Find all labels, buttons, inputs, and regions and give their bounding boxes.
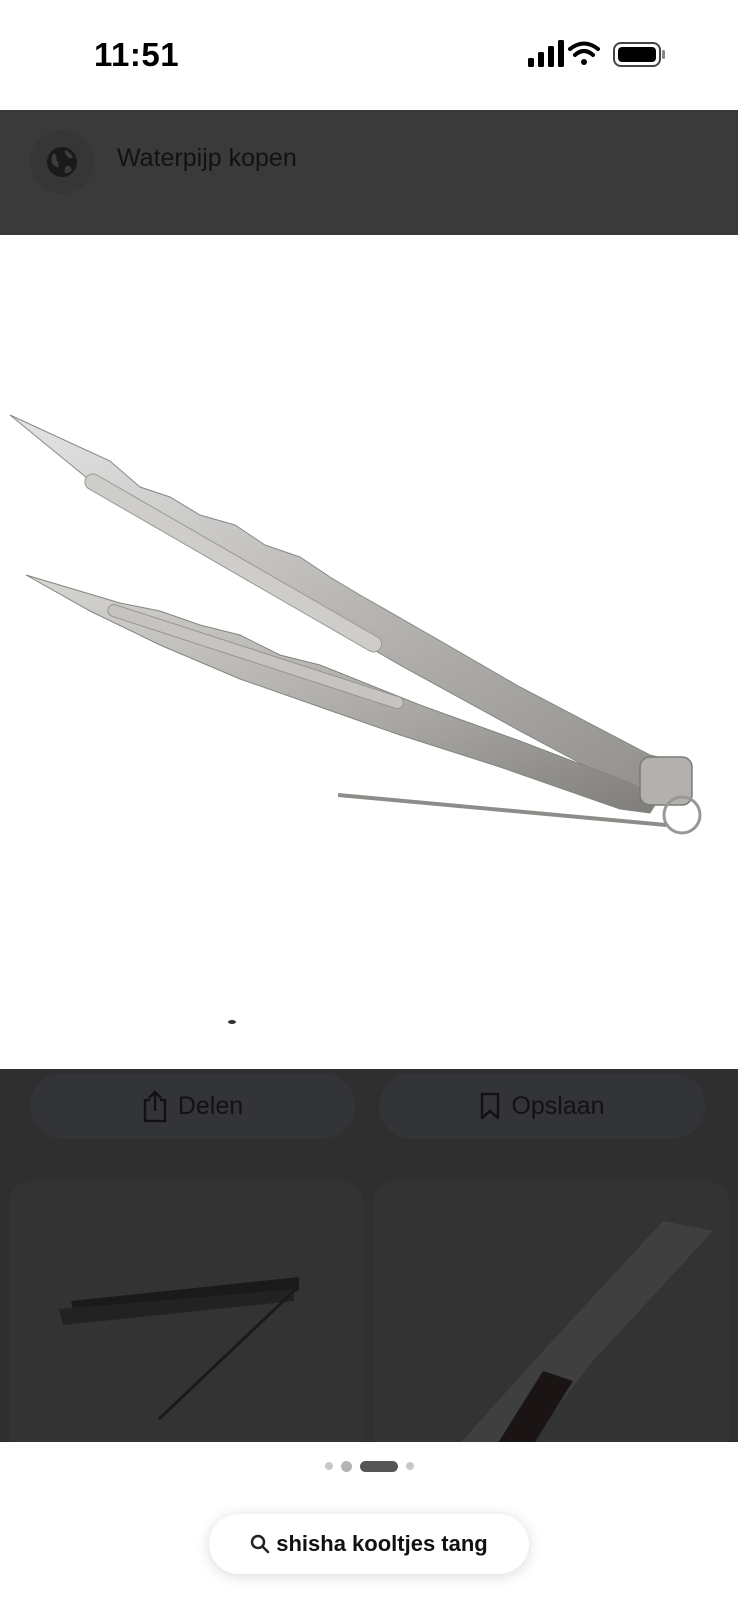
thumbnail-right-image (461, 1221, 713, 1442)
page-dot-active[interactable] (359, 1460, 398, 1472)
status-time: 11:51 (94, 36, 180, 73)
main-image[interactable] (0, 235, 738, 1069)
share-icon (143, 1090, 167, 1123)
save-label: Opslaan (511, 1091, 605, 1120)
status-bar: 11:51 (0, 0, 738, 110)
search-icon (251, 1534, 270, 1554)
wifi-icon (568, 41, 600, 65)
tongs-image (9, 414, 702, 1024)
header: Waterpijp kopen (0, 110, 738, 235)
dimmed-panel: Delen Opslaan (0, 1069, 738, 1442)
page-dot[interactable] (340, 1460, 352, 1472)
globe-icon[interactable] (30, 130, 94, 194)
search-query: shisha kooltjes tang (276, 1531, 488, 1556)
share-label: Delen (177, 1091, 244, 1120)
thumbnail-left[interactable] (9, 1181, 364, 1442)
signal-icon (528, 40, 564, 67)
save-button[interactable]: Opslaan (379, 1073, 705, 1139)
battery-icon (613, 42, 665, 67)
search-pill[interactable]: shisha kooltjes tang (209, 1514, 529, 1574)
thumbnail-right[interactable] (373, 1181, 729, 1442)
status-icons (528, 40, 665, 67)
thumbnail-left-image (59, 1277, 299, 1421)
page-dot[interactable] (405, 1462, 414, 1470)
site-title[interactable]: Waterpijp kopen (117, 144, 297, 173)
bookmark-icon (481, 1092, 500, 1120)
pagination-dots (0, 1458, 738, 1474)
share-button[interactable]: Delen (30, 1073, 355, 1139)
page-dot[interactable] (324, 1462, 333, 1470)
